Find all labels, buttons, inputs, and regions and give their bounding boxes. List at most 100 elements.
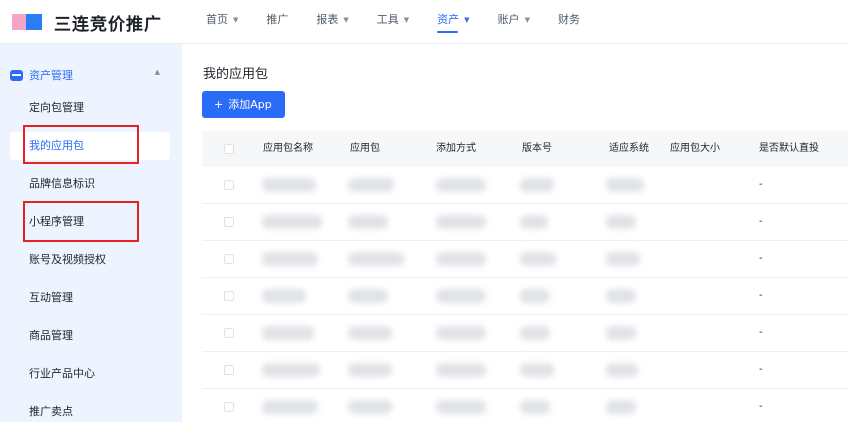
blurred-cell xyxy=(348,363,392,377)
nav-item-label: 账户 xyxy=(497,13,520,26)
column-header-add-method[interactable]: 添加方式 xyxy=(436,131,476,167)
blurred-cell xyxy=(348,215,388,229)
blurred-cell xyxy=(262,289,306,303)
nav-item-label: 资产 xyxy=(437,13,460,26)
page-title: 我的应用包 xyxy=(203,67,269,82)
row-checkbox[interactable] xyxy=(224,365,234,375)
chevron-up-icon[interactable]: ▲ xyxy=(155,68,160,76)
blurred-cell xyxy=(520,363,554,377)
row-checkbox[interactable] xyxy=(224,328,234,338)
chevron-down-icon: ▼ xyxy=(403,16,410,24)
default-direct-value: - xyxy=(759,364,763,375)
nav-item-label: 推广 xyxy=(266,13,289,26)
sidebar: 资产管理 ▲ 定向包管理 我的应用包 品牌信息标识 小程序管理 账号及视频授权 … xyxy=(0,44,182,422)
table-row[interactable]: - xyxy=(202,278,848,315)
brand-logo[interactable]: 三连竞价推广 xyxy=(12,11,162,35)
column-header-default-direct[interactable]: 是否默认直投 xyxy=(759,131,819,167)
sidebar-item-products[interactable]: 商品管理 xyxy=(10,322,170,350)
blurred-cell xyxy=(606,326,636,340)
brand-title: 三连竞价推广 xyxy=(54,14,162,35)
table-row[interactable]: - xyxy=(202,167,848,204)
default-direct-value: - xyxy=(759,327,763,338)
row-checkbox[interactable] xyxy=(224,254,234,264)
default-direct-value: - xyxy=(759,216,763,227)
main-nav: 首页 ▼ 推广 报表 ▼ 工具 ▼ 资产 ▼ 账户 ▼ 财务 xyxy=(206,0,608,44)
default-direct-value: - xyxy=(759,401,763,412)
column-header-system[interactable]: 适应系统 xyxy=(609,131,649,167)
blurred-cell xyxy=(520,215,548,229)
sidebar-group-label: 资产管理 xyxy=(29,69,73,82)
top-navigation-bar: 三连竞价推广 首页 ▼ 推广 报表 ▼ 工具 ▼ 资产 ▼ 账户 ▼ 财务 xyxy=(0,0,848,44)
blurred-cell xyxy=(606,178,644,192)
blurred-cell xyxy=(262,363,320,377)
column-header-package[interactable]: 应用包 xyxy=(350,131,380,167)
chevron-down-icon: ▼ xyxy=(343,16,349,24)
row-checkbox[interactable] xyxy=(224,291,234,301)
sidebar-item-targeting-packages[interactable]: 定向包管理 xyxy=(10,94,170,122)
blurred-cell xyxy=(606,289,636,303)
blurred-cell xyxy=(436,252,486,266)
row-checkbox[interactable] xyxy=(224,217,234,227)
sidebar-item-mini-programs[interactable]: 小程序管理 xyxy=(10,208,170,236)
nav-item-label: 首页 xyxy=(206,13,228,26)
blurred-cell xyxy=(262,326,314,340)
table-row[interactable]: - xyxy=(202,389,848,422)
nav-item-label: 工具 xyxy=(376,13,399,26)
blurred-cell xyxy=(606,363,638,377)
app-packages-table: 应用包名称 应用包 添加方式 版本号 适应系统 应用包大小 是否默认直投 - -… xyxy=(202,131,848,422)
chevron-down-icon: ▼ xyxy=(233,16,239,24)
nav-item-label: 报表 xyxy=(316,13,339,26)
blurred-cell xyxy=(436,363,486,377)
column-header-package-size[interactable]: 应用包大小 xyxy=(670,131,720,167)
blurred-cell xyxy=(436,178,486,192)
nav-item-reports[interactable]: 报表 ▼ xyxy=(316,0,348,44)
blurred-cell xyxy=(262,252,318,266)
blurred-cell xyxy=(348,252,404,266)
nav-item-finance[interactable]: 财务 xyxy=(558,0,580,44)
sidebar-item-interaction[interactable]: 互动管理 xyxy=(10,284,170,312)
add-app-label: 添加App xyxy=(228,98,272,111)
nav-item-assets[interactable]: 资产 ▼ xyxy=(437,0,470,44)
nav-item-home[interactable]: 首页 ▼ xyxy=(206,0,238,44)
blurred-cell xyxy=(436,400,486,414)
asset-management-icon xyxy=(10,69,23,81)
table-row[interactable]: - xyxy=(202,352,848,389)
blurred-cell xyxy=(348,178,394,192)
nav-item-tools[interactable]: 工具 ▼ xyxy=(377,0,409,44)
blurred-cell xyxy=(606,215,636,229)
row-checkbox[interactable] xyxy=(224,180,234,190)
column-header-version[interactable]: 版本号 xyxy=(522,131,552,167)
add-app-button[interactable]: + 添加App xyxy=(202,91,285,118)
select-all-checkbox[interactable] xyxy=(224,144,234,154)
table-row[interactable]: - xyxy=(202,204,848,241)
table-row[interactable]: - xyxy=(202,241,848,278)
blurred-cell xyxy=(348,400,392,414)
sidebar-item-account-video-auth[interactable]: 账号及视频授权 xyxy=(10,246,170,274)
nav-item-promotion[interactable]: 推广 xyxy=(266,0,288,44)
chevron-down-icon: ▼ xyxy=(464,16,470,24)
sidebar-item-brand-identity[interactable]: 品牌信息标识 xyxy=(10,170,170,198)
sidebar-item-selling-points[interactable]: 推广卖点 xyxy=(10,398,170,422)
blurred-cell xyxy=(348,326,392,340)
blurred-cell xyxy=(606,252,640,266)
blurred-cell xyxy=(520,252,556,266)
blurred-cell xyxy=(606,400,636,414)
blurred-cell xyxy=(520,326,550,340)
table-header: 应用包名称 应用包 添加方式 版本号 适应系统 应用包大小 是否默认直投 xyxy=(202,131,848,167)
plus-icon: + xyxy=(214,98,224,111)
table-row[interactable]: - xyxy=(202,315,848,352)
sidebar-item-my-app-packages[interactable]: 我的应用包 xyxy=(10,132,170,160)
blurred-cell xyxy=(520,400,550,414)
sidebar-item-industry-products[interactable]: 行业产品中心 xyxy=(10,360,170,388)
row-checkbox[interactable] xyxy=(224,402,234,412)
nav-item-label: 财务 xyxy=(557,13,580,26)
default-direct-value: - xyxy=(759,290,763,301)
sidebar-group-asset-management[interactable]: 资产管理 ▲ xyxy=(10,66,170,84)
blurred-cell xyxy=(348,289,388,303)
blurred-cell xyxy=(262,178,316,192)
column-header-package-name[interactable]: 应用包名称 xyxy=(263,131,313,167)
blurred-cell xyxy=(520,178,554,192)
default-direct-value: - xyxy=(759,179,763,190)
blurred-cell xyxy=(436,326,486,340)
nav-item-account[interactable]: 账户 ▼ xyxy=(498,0,530,44)
